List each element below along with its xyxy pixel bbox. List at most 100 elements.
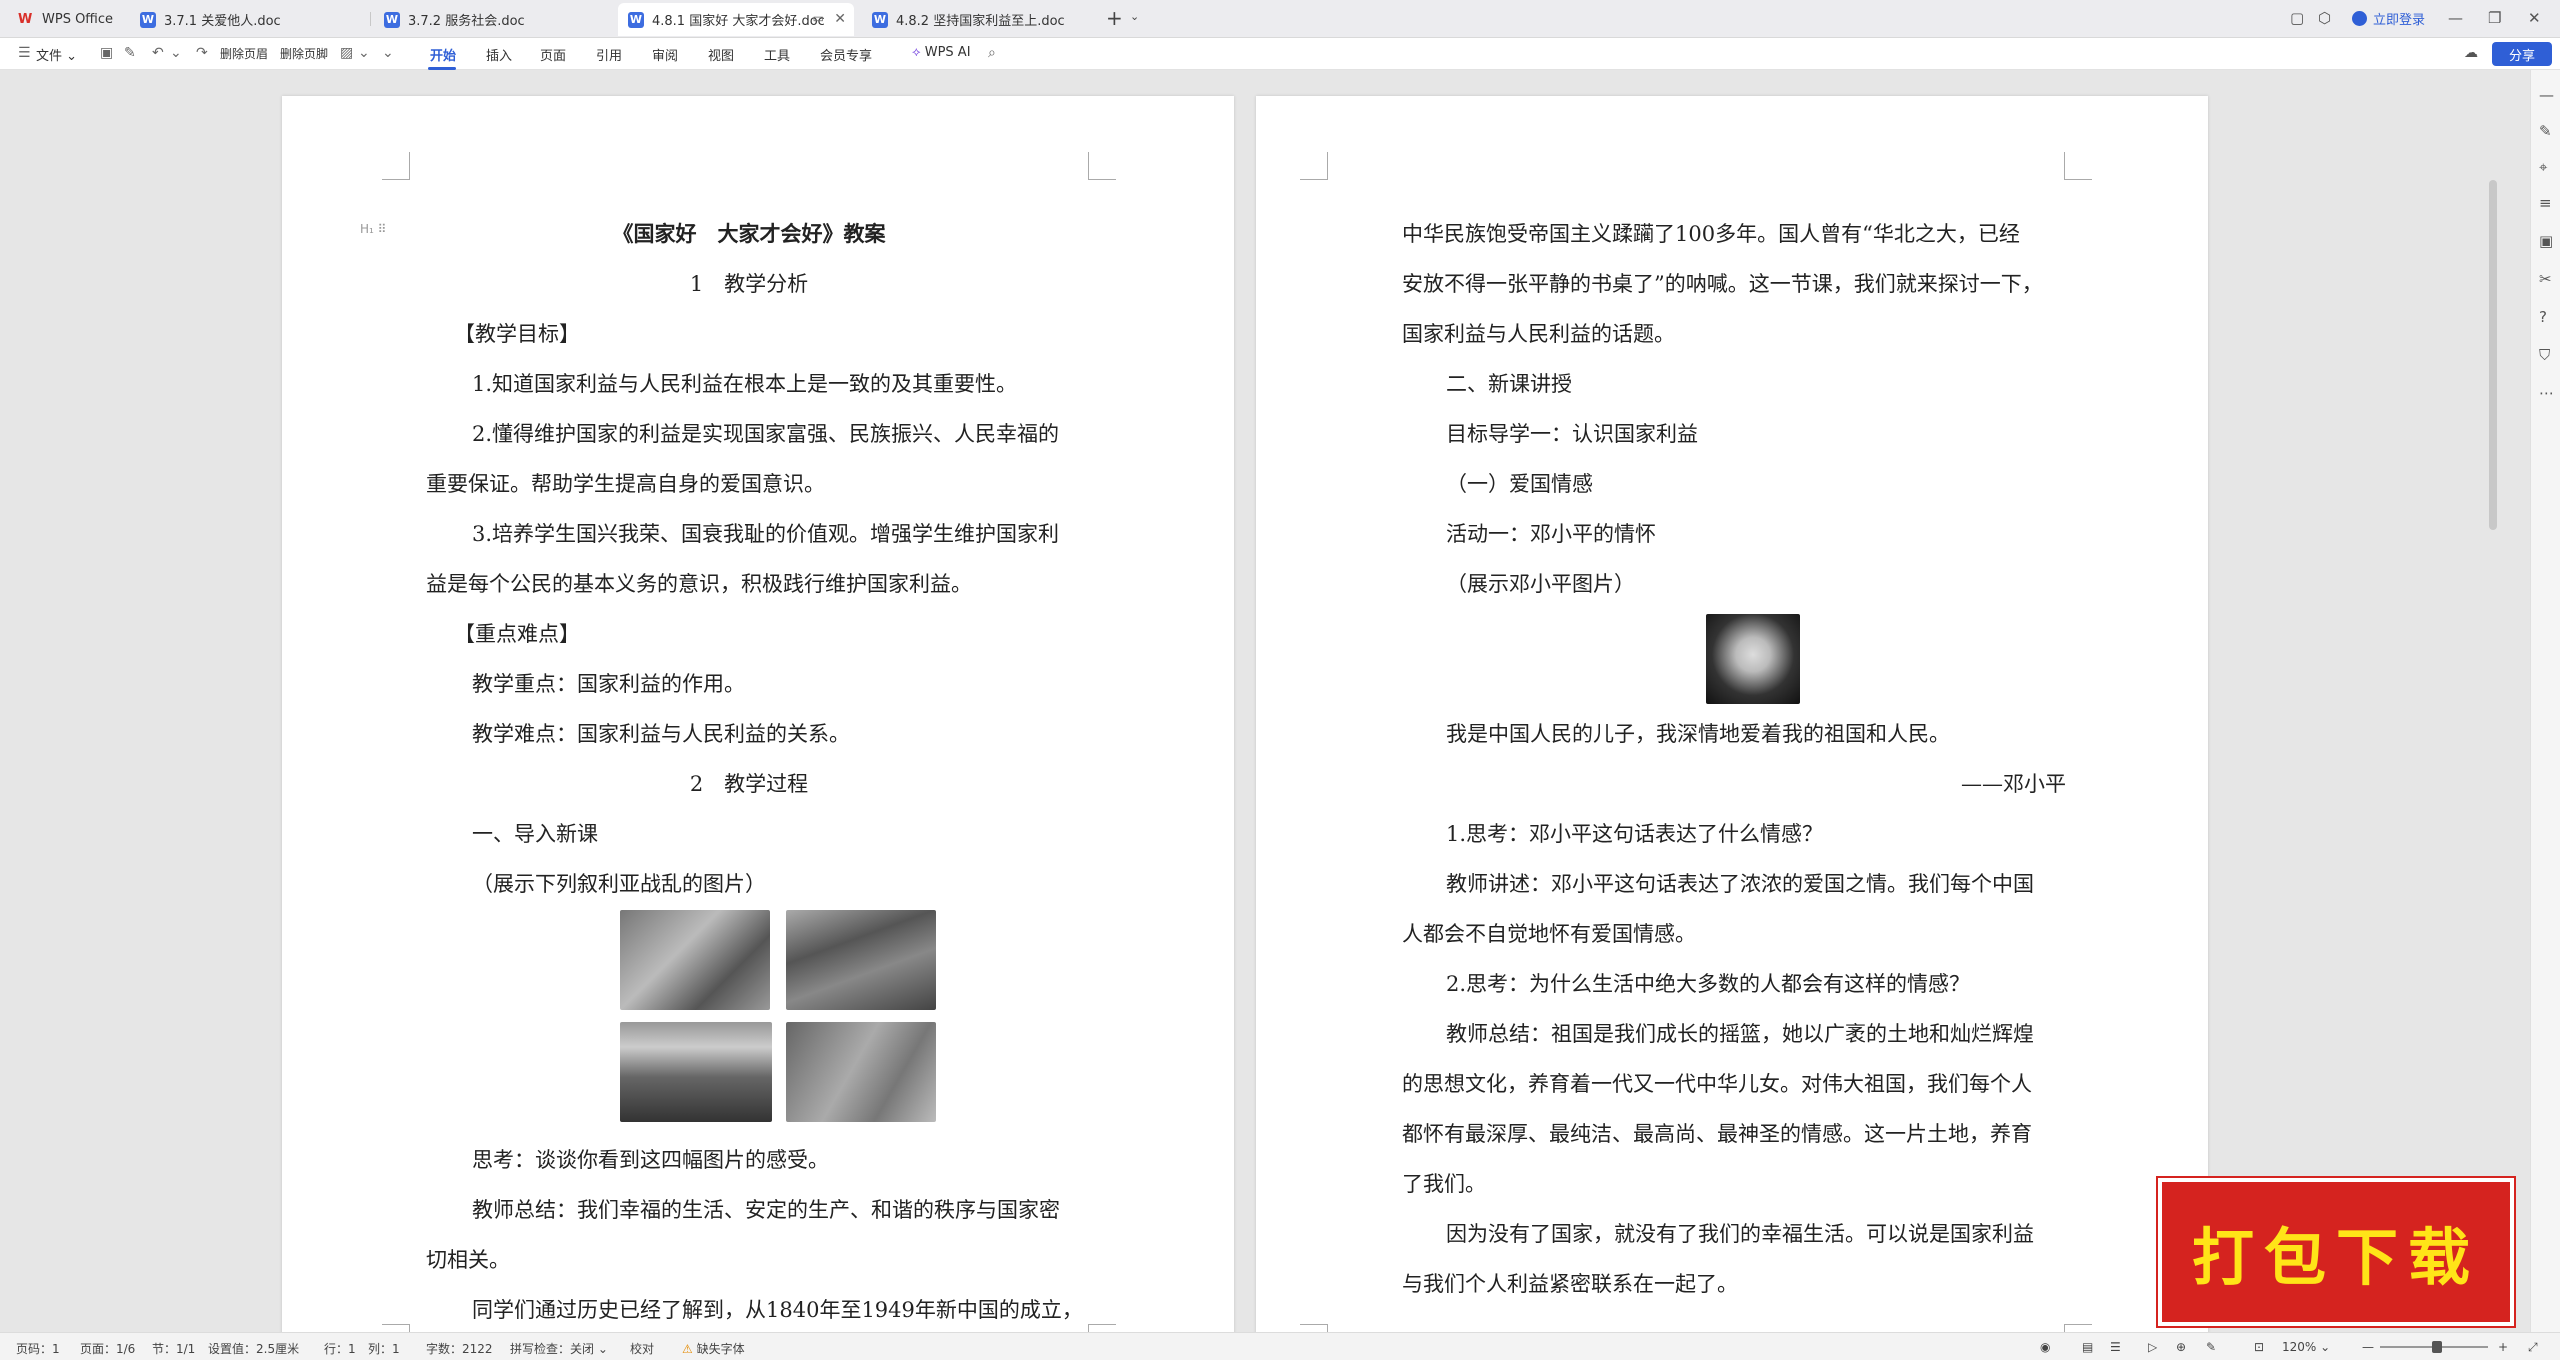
play-icon[interactable]: ▷ bbox=[2148, 1340, 2157, 1354]
paragraph: 益是每个公民的基本义务的意识，积极践行维护国家利益。 bbox=[426, 572, 972, 596]
fullscreen-icon[interactable]: ⤢ bbox=[2528, 1340, 2538, 1355]
proofread-button[interactable]: 校对 bbox=[630, 1340, 654, 1357]
search-icon[interactable]: ⌕ bbox=[988, 45, 996, 61]
status-word-count[interactable]: 字数：2122 bbox=[426, 1340, 493, 1357]
edit-icon[interactable]: ✎ bbox=[2539, 122, 2552, 140]
window-layout-icon[interactable]: ▢ bbox=[2290, 9, 2304, 27]
monitor-icon: ▭ bbox=[812, 11, 824, 25]
wps-logo-icon: W bbox=[18, 11, 33, 27]
outline-view-icon[interactable]: ☰ bbox=[2110, 1340, 2121, 1354]
write-view-icon[interactable]: ✎ bbox=[2206, 1340, 2216, 1354]
paragraph: 教学重点：国家利益的作用。 bbox=[472, 672, 745, 696]
status-setting[interactable]: 设置值：2.5厘米 bbox=[208, 1340, 299, 1357]
more-dropdown-icon[interactable]: ⌄ bbox=[382, 45, 394, 61]
document-page-2[interactable]: 中华民族饱受帝国主义蹂躏了100多年。国人曾有“华北之大，已经 安放不得一张平静… bbox=[1256, 96, 2208, 1332]
menu-insert[interactable]: 插入 bbox=[486, 45, 512, 64]
close-tab-icon[interactable]: ✕ bbox=[834, 11, 846, 27]
login-button[interactable]: 立即登录 bbox=[2352, 9, 2425, 28]
select-icon[interactable]: ⌖ bbox=[2539, 158, 2547, 176]
tab-doc-481[interactable]: W 4.8.1 国家好 大家才会好.doc ▭ ✕ bbox=[618, 3, 854, 36]
missing-font-warning[interactable]: ⚠ 缺失字体 bbox=[682, 1340, 745, 1357]
fit-page-icon[interactable]: ⊡ bbox=[2254, 1340, 2264, 1354]
menu-reference[interactable]: 引用 bbox=[596, 45, 622, 64]
tab-label: 4.8.2 坚持国家利益至上.doc bbox=[896, 14, 1065, 29]
page-view-icon[interactable]: ▤ bbox=[2082, 1340, 2093, 1354]
paragraph: 思考：谈谈你看到这四幅图片的感受。 bbox=[472, 1148, 829, 1172]
menu-page[interactable]: 页面 bbox=[540, 45, 566, 64]
war-photo-3 bbox=[620, 1022, 772, 1122]
menu-review[interactable]: 审阅 bbox=[652, 45, 678, 64]
picture-edit-icon[interactable]: ▣ bbox=[2539, 232, 2553, 250]
paragraph: 1.知道国家利益与人民利益在根本上是一致的及其重要性。 bbox=[472, 372, 1018, 396]
paragraph: 教师总结：我们幸福的生活、安定的生产、和谐的秩序与国家密 bbox=[472, 1198, 1060, 1222]
redo-icon[interactable]: ↷ bbox=[196, 45, 208, 61]
status-page-code[interactable]: 页码：1 bbox=[16, 1340, 60, 1357]
delete-header-button[interactable]: 删除页眉 bbox=[220, 45, 268, 62]
close-window-icon[interactable]: ✕ bbox=[2528, 9, 2541, 27]
paragraph: 3.培养学生国兴我荣、国衰我耻的价值观。增强学生维护国家利 bbox=[472, 522, 1060, 546]
status-page[interactable]: 页面：1/6 bbox=[80, 1340, 135, 1357]
undo-dropdown-icon[interactable]: ⌄ bbox=[170, 45, 182, 61]
war-photo-4 bbox=[786, 1022, 936, 1122]
status-section[interactable]: 节：1/1 bbox=[152, 1340, 195, 1357]
minimize-icon[interactable]: — bbox=[2448, 9, 2463, 27]
file-menu[interactable]: 文件 ⌄ bbox=[36, 45, 77, 64]
format-painter-icon[interactable]: ✎ bbox=[124, 45, 136, 61]
new-tab-icon[interactable]: + bbox=[1106, 6, 1123, 30]
cloud-sync-icon[interactable]: ☁ bbox=[2464, 45, 2478, 61]
ribbon-toolbar: ☰ 文件 ⌄ ▣ ✎ ↶ ⌄ ↷ 删除页眉 删除页脚 ▨ ⌄ ⌄ 开始 插入 页… bbox=[0, 38, 2560, 70]
right-side-panel: — ✎ ⌖ ≡ ▣ ✂ ? ⛉ ⋯ bbox=[2530, 70, 2560, 1332]
vertical-scrollbar[interactable] bbox=[2489, 180, 2497, 530]
word-doc-icon: W bbox=[384, 11, 400, 28]
tab-doc-371[interactable]: W 3.7.1 关爱他人.doc bbox=[130, 3, 366, 36]
zoom-in-icon[interactable]: + bbox=[2498, 1340, 2508, 1354]
chevron-down-icon[interactable]: ⌄ bbox=[1130, 10, 1139, 23]
tab-doc-482[interactable]: W 4.8.2 坚持国家利益至上.doc bbox=[862, 3, 1098, 36]
shirt-icon[interactable]: ⛉ bbox=[2539, 346, 2550, 364]
restore-icon[interactable]: ❐ bbox=[2488, 9, 2501, 27]
heading-handle-icon[interactable]: H₁ ⠿ bbox=[360, 222, 386, 236]
share-button[interactable]: 分享 bbox=[2492, 42, 2552, 66]
spell-check-toggle[interactable]: 拼写检查：关闭 ⌄ bbox=[510, 1340, 608, 1357]
menu-home[interactable]: 开始 bbox=[430, 45, 456, 64]
paragraph: 一、导入新课 bbox=[472, 822, 598, 846]
web-view-icon[interactable]: ⊕ bbox=[2176, 1340, 2186, 1354]
zoom-out-icon[interactable]: — bbox=[2362, 1340, 2374, 1354]
menu-member[interactable]: 会员专享 bbox=[820, 45, 872, 64]
paragraph: （一）爱国情感 bbox=[1446, 472, 1593, 496]
paragraph: 都怀有最深厚、最纯洁、最高尚、最神圣的情感。这一片土地，养育 bbox=[1402, 1122, 2032, 1146]
word-doc-icon: W bbox=[872, 11, 888, 28]
status-col[interactable]: 列：1 bbox=[368, 1340, 400, 1357]
tab-wps-home[interactable]: W WPS Office bbox=[8, 3, 124, 36]
help-icon[interactable]: ? bbox=[2539, 308, 2547, 326]
tools-icon[interactable]: ✂ bbox=[2539, 270, 2552, 288]
cube-icon[interactable]: ⬡ bbox=[2318, 9, 2331, 27]
adjust-icon[interactable]: ≡ bbox=[2539, 194, 2552, 212]
more-icon[interactable]: ⋯ bbox=[2539, 384, 2554, 402]
zoom-level[interactable]: 120% ⌄ bbox=[2282, 1340, 2330, 1354]
word-doc-icon: W bbox=[628, 11, 644, 28]
picture-icon[interactable]: ▨ bbox=[340, 45, 353, 61]
zoom-slider-handle[interactable] bbox=[2432, 1341, 2442, 1353]
collapse-icon[interactable]: — bbox=[2539, 86, 2554, 104]
delete-footer-button[interactable]: 删除页脚 bbox=[280, 45, 328, 62]
paragraph: 的思想文化，养育着一代又一代中华儿女。对伟大祖国，我们每个人 bbox=[1402, 1072, 2032, 1096]
status-row[interactable]: 行：1 bbox=[324, 1340, 356, 1357]
hamburger-icon[interactable]: ☰ bbox=[18, 45, 31, 61]
menu-tools[interactable]: 工具 bbox=[764, 45, 790, 64]
download-package-badge[interactable]: 打包下载 bbox=[2158, 1178, 2514, 1326]
paragraph: 目标导学一：认识国家利益 bbox=[1446, 422, 1698, 446]
wps-ai-button[interactable]: ⟡ WPS AI bbox=[912, 45, 971, 60]
picture-dropdown-icon[interactable]: ⌄ bbox=[358, 45, 370, 61]
document-page-1[interactable]: H₁ ⠿ 《国家好 大家才会好》教案 1 教学分析 【教学目标】 1.知道国家利… bbox=[282, 96, 1234, 1332]
undo-icon[interactable]: ↶ bbox=[152, 45, 164, 61]
login-label: 立即登录 bbox=[2373, 13, 2426, 28]
save-icon[interactable]: ▣ bbox=[100, 45, 113, 61]
menu-view[interactable]: 视图 bbox=[708, 45, 734, 64]
paragraph: 2.思考：为什么生活中绝大多数的人都会有这样的情感？ bbox=[1446, 972, 1971, 996]
tab-doc-372[interactable]: W 3.7.2 服务社会.doc bbox=[374, 3, 610, 36]
warning-icon: ⚠ bbox=[682, 1342, 693, 1356]
eye-protect-icon[interactable]: ◉ bbox=[2040, 1340, 2050, 1354]
document-workspace: H₁ ⠿ 《国家好 大家才会好》教案 1 教学分析 【教学目标】 1.知道国家利… bbox=[0, 70, 2530, 1332]
doc-title: 《国家好 大家才会好》教案 bbox=[612, 221, 886, 246]
